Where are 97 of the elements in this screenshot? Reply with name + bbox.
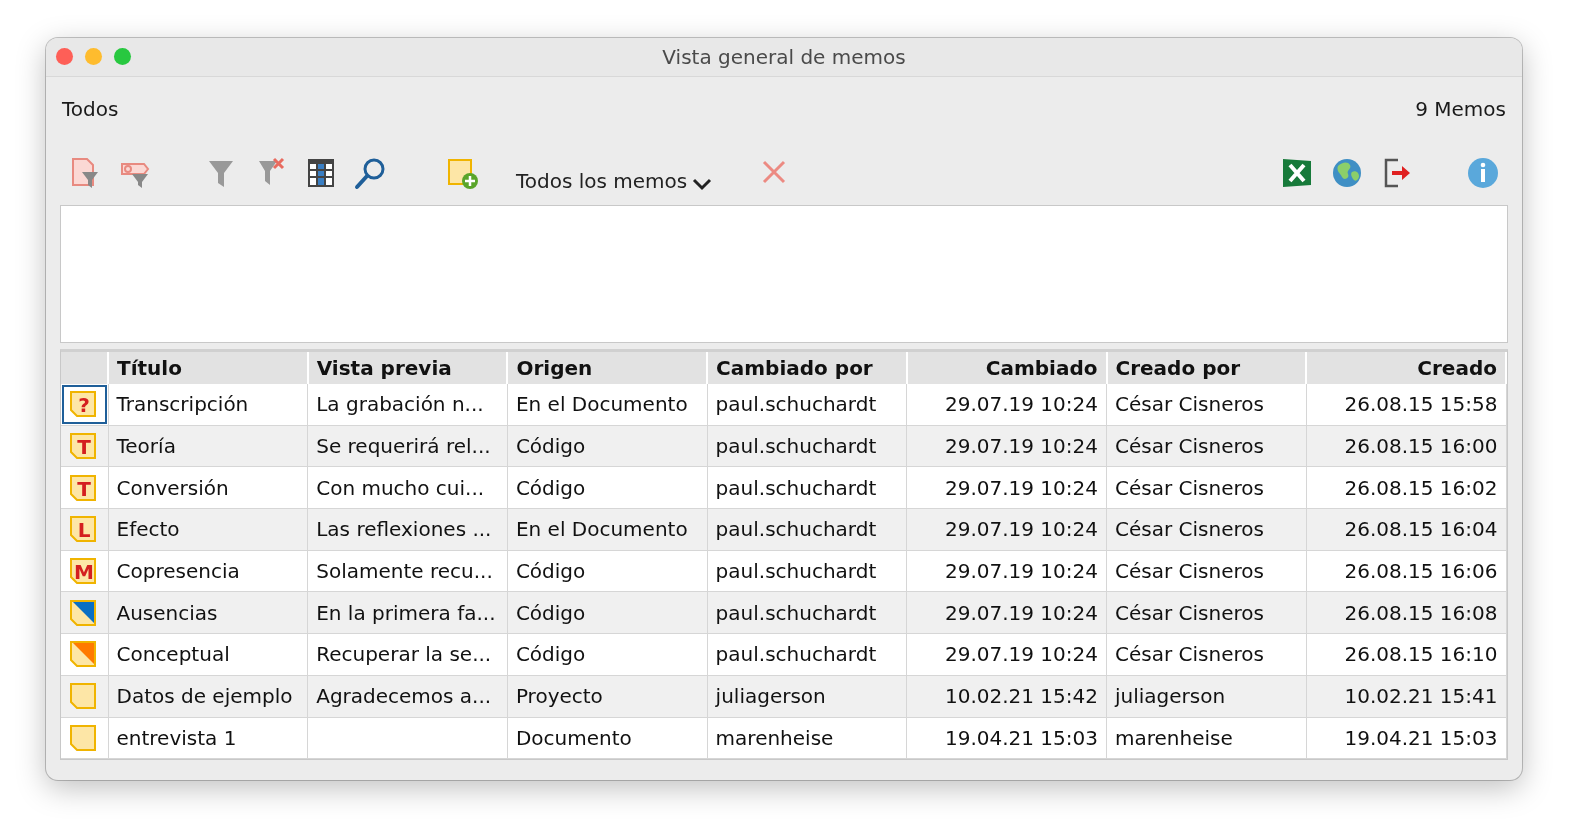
column-header[interactable]: Cambiado — [906, 352, 1107, 384]
table-cell: paul.schuchardt — [715, 600, 877, 625]
table-cell: 26.08.15 16:06 — [1344, 559, 1498, 584]
icon-cell[interactable] — [61, 591, 108, 634]
table-cell: Copresencia — [116, 559, 240, 584]
table-cell: Efecto — [116, 517, 180, 542]
table-cell: Código — [515, 642, 586, 667]
icon-cell[interactable] — [61, 633, 108, 676]
table-cell: César Cisneros — [1115, 559, 1264, 584]
table-cell: 10.02.21 15:41 — [1344, 684, 1498, 709]
table-cell: Con mucho cui... — [316, 475, 485, 500]
table-cell: En el Documento — [515, 392, 688, 417]
table-cell: Datos de ejemplo — [116, 684, 293, 709]
memo-letter-icon: L — [68, 514, 98, 545]
table-cell: Ausencias — [116, 600, 218, 625]
table-cell: Conversión — [116, 475, 229, 500]
info-icon[interactable] — [1466, 156, 1500, 190]
table-cell: Se requerirá rel... — [316, 434, 491, 459]
table-cell: marenheise — [715, 725, 834, 750]
filter-label: Todos — [62, 97, 119, 121]
table-cell: 19.04.21 15:03 — [944, 725, 1098, 750]
close-button[interactable] — [56, 48, 73, 65]
icon-cell[interactable]: M — [61, 550, 108, 592]
memo-icon — [68, 681, 98, 712]
table-cell: 26.08.15 16:02 — [1344, 475, 1498, 500]
table-cell: Conceptual — [116, 642, 230, 667]
globe-icon[interactable] — [1330, 156, 1364, 190]
table-cell: 29.07.19 10:24 — [944, 642, 1098, 667]
table-cell: paul.schuchardt — [715, 642, 877, 667]
table-cell: Las reflexiones ... — [316, 517, 492, 542]
table-cell: 10.02.21 15:42 — [944, 684, 1098, 709]
table-cell: paul.schuchardt — [715, 434, 877, 459]
icon-cell[interactable]: T — [61, 425, 108, 467]
table-cell: 29.07.19 10:24 — [944, 517, 1098, 542]
table-cell: 29.07.19 10:24 — [944, 559, 1098, 584]
table-cell: La grabación n... — [316, 392, 484, 417]
column-header[interactable]: Título — [108, 352, 308, 384]
table-cell: 29.07.19 10:24 — [944, 392, 1098, 417]
table-cell: Código — [515, 600, 586, 625]
table-cell: César Cisneros — [1115, 642, 1264, 667]
icon-cell[interactable]: ? — [61, 384, 108, 426]
table-cell: 29.07.19 10:24 — [944, 434, 1098, 459]
spreadsheet-export-icon[interactable] — [1280, 156, 1314, 190]
column-header[interactable]: Cambiado por — [707, 352, 907, 384]
table-cell: marenheise — [1115, 725, 1233, 750]
memo-letter-icon: T — [68, 431, 98, 462]
table-cell: César Cisneros — [1115, 600, 1264, 625]
table-cell: Código — [515, 475, 586, 500]
table-cell: Documento — [515, 725, 632, 750]
memo-icon — [68, 722, 98, 753]
table-cell: César Cisneros — [1115, 392, 1264, 417]
table-cell: Código — [515, 434, 586, 459]
table-cell: 26.08.15 16:04 — [1344, 517, 1498, 542]
icon-cell[interactable] — [61, 717, 108, 759]
table-cell: En la primera fa... — [316, 600, 496, 625]
table-cell: 19.04.21 15:03 — [1344, 725, 1498, 750]
table-cell: Código — [515, 559, 586, 584]
table-cell: paul.schuchardt — [715, 392, 877, 417]
table-cell: juliagerson — [715, 684, 826, 709]
table-cell: César Cisneros — [1115, 517, 1264, 542]
table-cell: Recuperar la se... — [316, 642, 492, 667]
table-cell: 26.08.15 16:10 — [1344, 642, 1498, 667]
table-cell: 26.08.15 16:08 — [1344, 600, 1498, 625]
caret-icon — [691, 177, 714, 191]
table-cell: César Cisneros — [1115, 475, 1264, 500]
new-memo-icon[interactable] — [446, 156, 480, 190]
table-cell: paul.schuchardt — [715, 475, 877, 500]
memo-letter-icon: ? — [68, 389, 98, 420]
column-header[interactable]: Vista previa — [307, 352, 508, 384]
table-cell: 26.08.15 15:58 — [1344, 392, 1498, 417]
table-cell: César Cisneros — [1115, 434, 1264, 459]
memo-letter-icon: T — [68, 472, 98, 503]
table-cell: Teoría — [116, 434, 176, 459]
column-header[interactable]: Creado — [1306, 352, 1506, 384]
window-title: Vista general de memos — [662, 45, 906, 69]
table-cell: 29.07.19 10:24 — [944, 475, 1098, 500]
column-header[interactable]: Creado por — [1106, 352, 1307, 384]
zoom-button[interactable] — [114, 48, 131, 65]
minimize-button[interactable] — [85, 48, 102, 65]
table-cell: entrevista 1 — [116, 725, 237, 750]
table-cell: Solamente recu... — [316, 559, 493, 584]
memo-count: 9 Memos — [1415, 97, 1506, 121]
table-cell: juliagerson — [1115, 684, 1226, 709]
table-cell: 26.08.15 16:00 — [1344, 434, 1498, 459]
table-cell: Transcripción — [116, 392, 249, 417]
column-header[interactable]: Origen — [507, 352, 708, 384]
icon-cell[interactable]: T — [61, 466, 108, 509]
memo-letter-icon: M — [68, 556, 98, 587]
icon-cell[interactable]: L — [61, 508, 108, 551]
memo-filter-dropdown[interactable]: Todos los memos — [496, 153, 724, 193]
table-cell: paul.schuchardt — [715, 517, 877, 542]
table-cell: paul.schuchardt — [715, 559, 877, 584]
icon-cell[interactable] — [61, 675, 108, 717]
table-cell: 29.07.19 10:24 — [944, 600, 1098, 625]
table-cell: Agradecemos a... — [316, 684, 492, 709]
table-cell: Proyecto — [515, 684, 603, 709]
table-cell: En el Documento — [515, 517, 688, 542]
